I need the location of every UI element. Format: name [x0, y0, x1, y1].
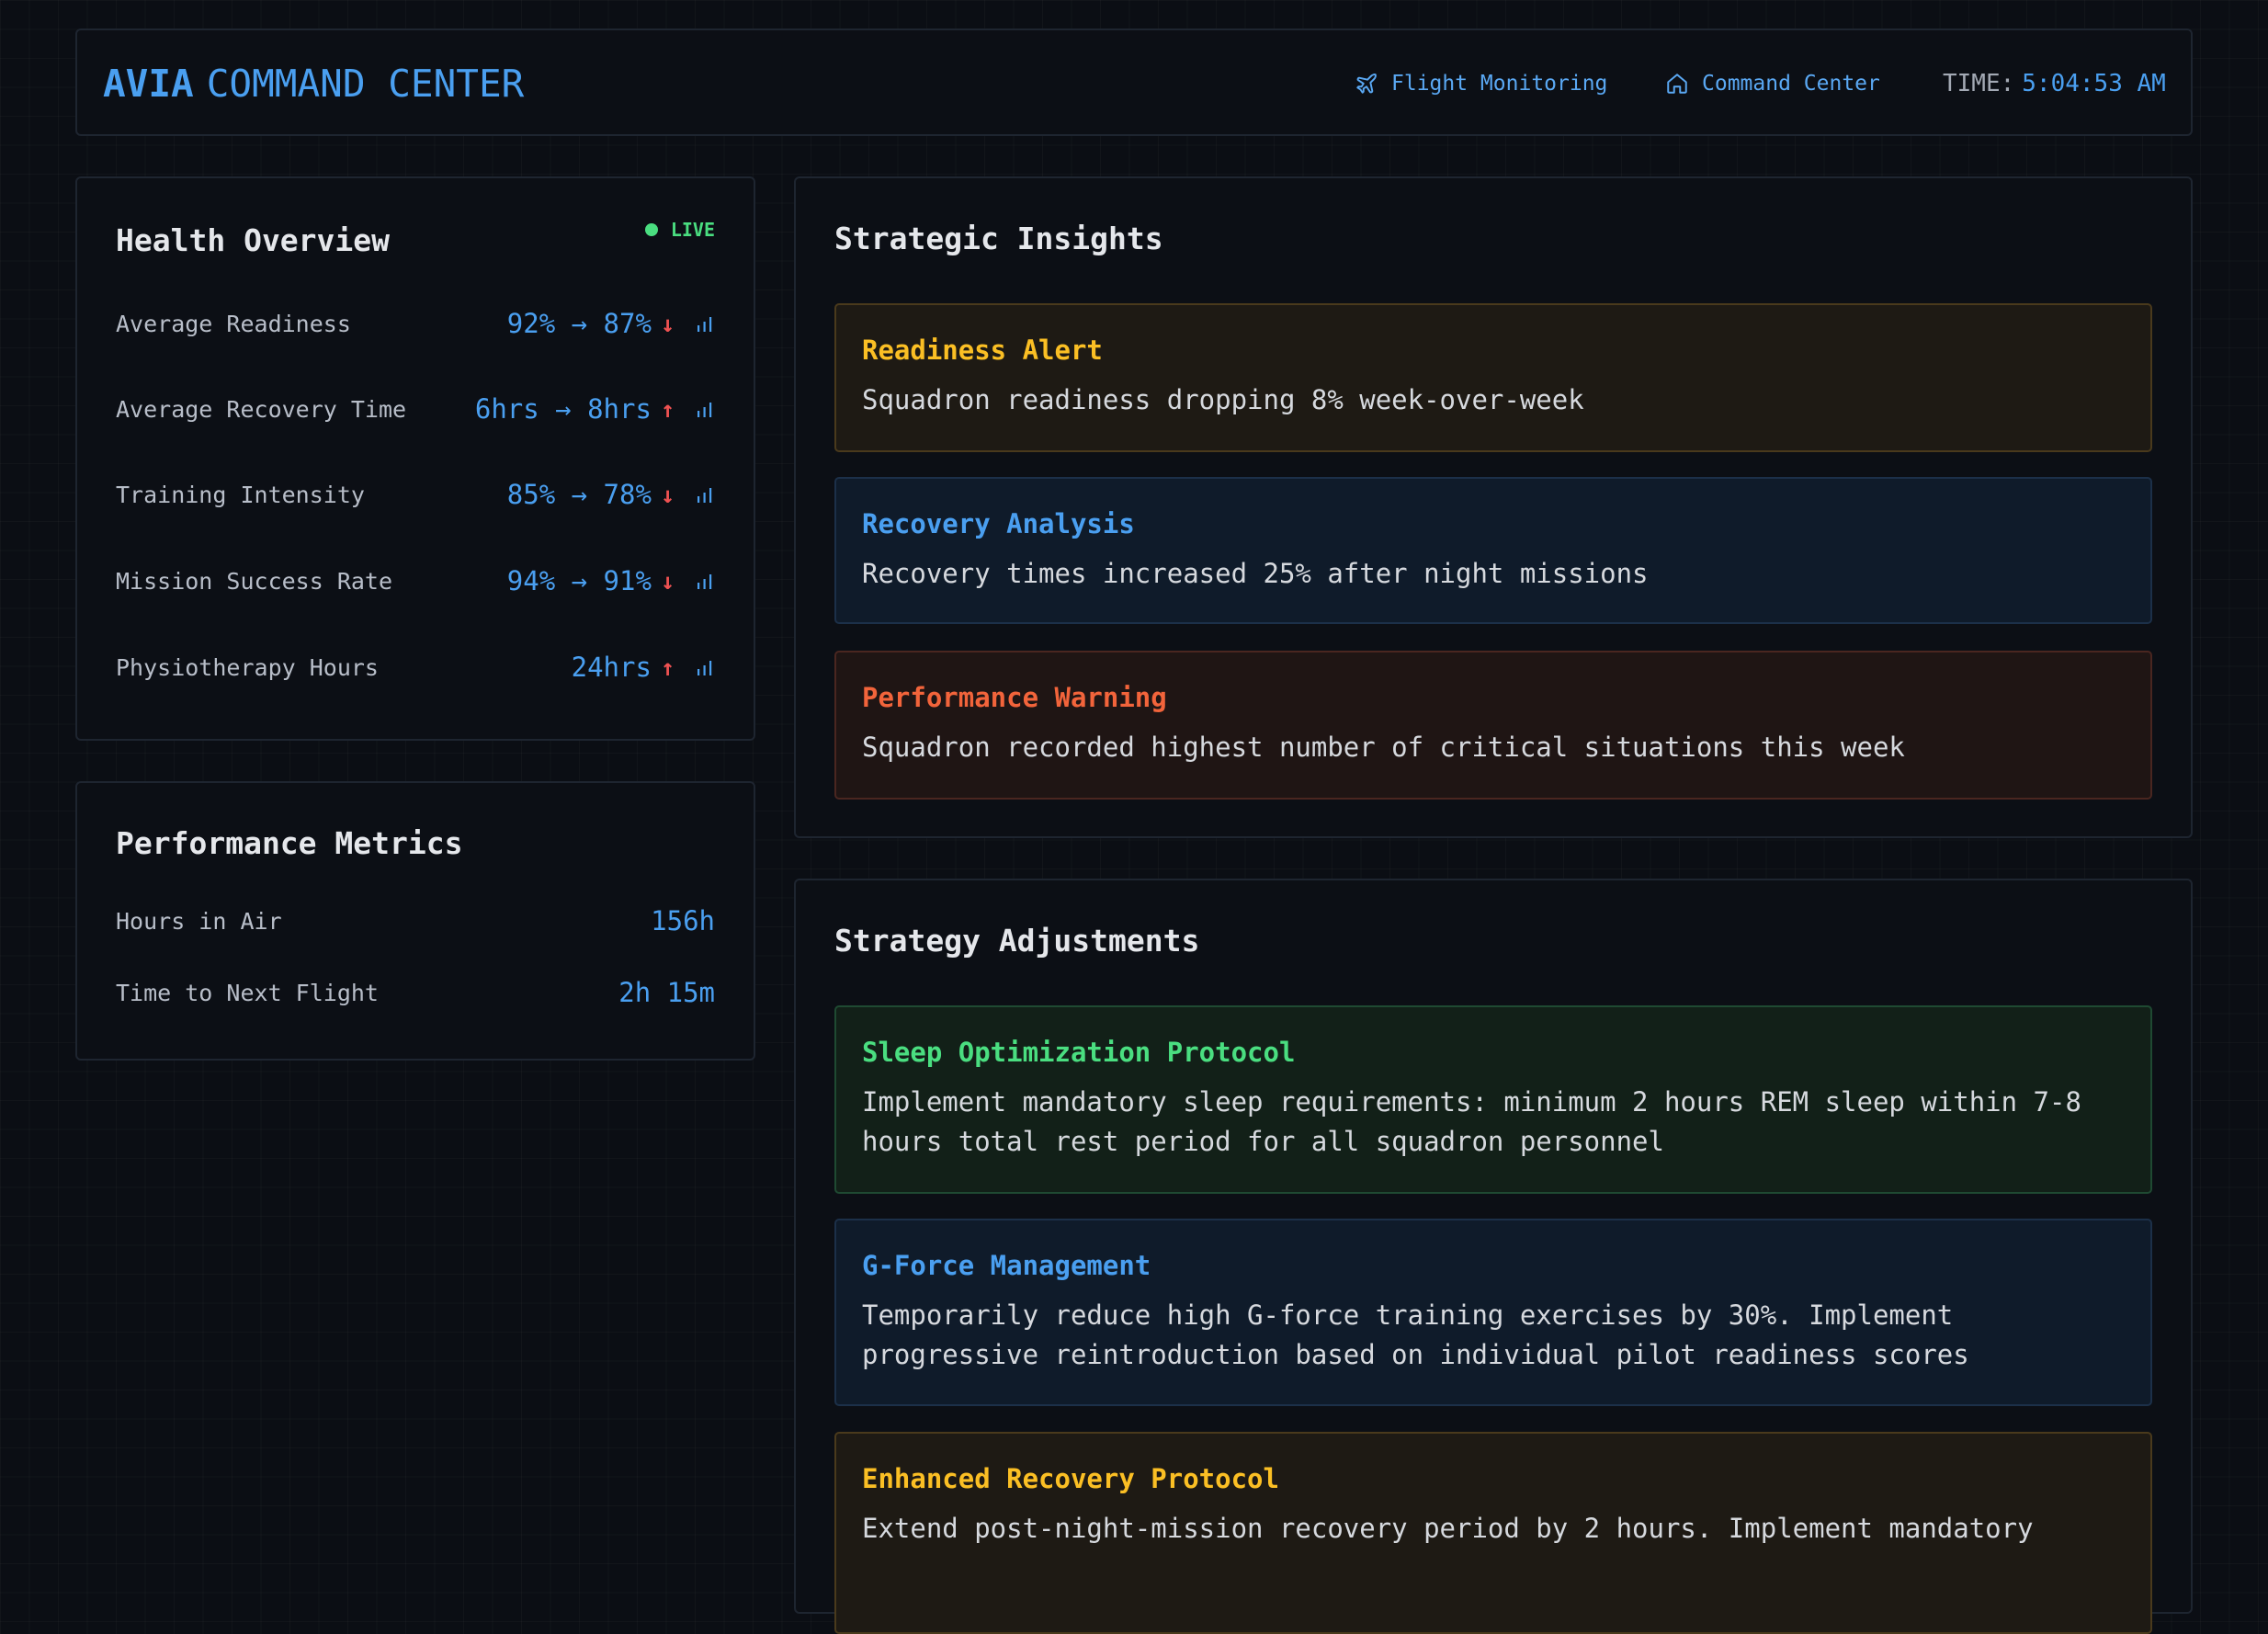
- metric-label: Average Recovery Time: [116, 395, 407, 423]
- panel-title: Performance Metrics: [116, 825, 463, 861]
- metric-label: Mission Success Rate: [116, 567, 393, 595]
- brand-name: AVIA: [103, 62, 194, 106]
- time-label: TIME:: [1943, 70, 2015, 97]
- strategy-card-sleep: Sleep Optimization Protocol Implement ma…: [834, 1005, 2152, 1194]
- card-title: Recovery Analysis: [862, 508, 1135, 539]
- live-dot: [644, 223, 658, 236]
- clock: TIME: 5:04:53 AM: [1943, 67, 2166, 100]
- nav-label: Flight Monitoring: [1391, 72, 1608, 96]
- metric-label: Physiotherapy Hours: [116, 653, 379, 681]
- panel-title: Strategic Insights: [834, 221, 1163, 256]
- bar-chart-icon[interactable]: [695, 571, 715, 591]
- trend-up-icon: ↑: [660, 395, 675, 423]
- card-title: Performance Warning: [862, 682, 1167, 713]
- metric-label: Training Intensity: [116, 481, 365, 508]
- card-text: Recovery times increased 25% after night…: [862, 558, 1649, 589]
- home-icon: [1667, 74, 1687, 94]
- card-text: Squadron recorded highest number of crit…: [862, 732, 1905, 763]
- metric-value: 24hrs: [571, 652, 652, 683]
- panel-title: Health Overview: [116, 222, 391, 258]
- metric-label: Hours in Air: [116, 907, 282, 935]
- metric-value: 2h 15m: [618, 977, 715, 1008]
- nav-flight-monitoring[interactable]: Flight Monitoring: [1355, 67, 1607, 100]
- performance-metrics-panel: Performance Metrics Hours in Air 156h Ti…: [75, 781, 755, 1061]
- card-title: Readiness Alert: [862, 335, 1103, 366]
- bar-chart-icon[interactable]: [695, 399, 715, 419]
- metric-row: Time to Next Flight 2h 15m: [116, 972, 715, 1013]
- health-row: Physiotherapy Hours 24hrs ↑: [116, 647, 715, 687]
- metric-label: Average Readiness: [116, 310, 351, 337]
- strategic-insights-panel: Strategic Insights Readiness Alert Squad…: [794, 176, 2193, 838]
- panel-title: Strategy Adjustments: [834, 923, 1200, 959]
- insight-card-performance: Performance Warning Squadron recorded hi…: [834, 651, 2152, 800]
- plane-icon: [1356, 74, 1377, 94]
- strategy-card-gforce: G-Force Management Temporarily reduce hi…: [834, 1219, 2152, 1406]
- trend-down-icon: ↓: [660, 481, 675, 508]
- health-row: Average Readiness 92% → 87% ↓: [116, 303, 715, 344]
- card-text: Squadron readiness dropping 8% week-over…: [862, 384, 1584, 415]
- nav-command-center[interactable]: Command Center: [1665, 67, 1880, 100]
- strategy-card-recovery: Enhanced Recovery Protocol Extend post-n…: [834, 1432, 2152, 1634]
- bar-chart-icon[interactable]: [695, 657, 715, 677]
- metric-value: 94% → 91%: [506, 565, 652, 596]
- card-title: Sleep Optimization Protocol: [862, 1037, 1296, 1068]
- trend-up-icon: ↑: [660, 653, 675, 681]
- bar-chart-icon[interactable]: [695, 313, 715, 334]
- live-label: LIVE: [670, 219, 715, 241]
- trend-down-icon: ↓: [660, 310, 675, 337]
- trend-down-icon: ↓: [660, 567, 675, 595]
- time-value: 5:04:53 AM: [2022, 70, 2166, 97]
- live-indicator: LIVE: [644, 219, 715, 241]
- health-row: Training Intensity 85% → 78% ↓: [116, 474, 715, 515]
- bar-chart-icon[interactable]: [695, 484, 715, 505]
- app-logo[interactable]: AVIA COMMAND CENTER: [103, 60, 524, 108]
- health-overview-panel: Health Overview LIVE Average Readiness 9…: [75, 176, 755, 741]
- insight-card-readiness: Readiness Alert Squadron readiness dropp…: [834, 303, 2152, 452]
- card-title: G-Force Management: [862, 1250, 1151, 1281]
- health-row: Average Recovery Time 6hrs → 8hrs ↑: [116, 389, 715, 429]
- metric-value: 85% → 78%: [506, 479, 652, 510]
- card-text: Extend post-night-mission recovery perio…: [862, 1513, 2034, 1544]
- health-row: Mission Success Rate 94% → 91% ↓: [116, 561, 715, 601]
- card-text: Implement mandatory sleep requirements: …: [862, 1086, 2081, 1157]
- metric-value: 156h: [651, 905, 715, 936]
- metric-row: Hours in Air 156h: [116, 901, 715, 941]
- card-text: Temporarily reduce high G-force training…: [862, 1299, 1969, 1370]
- card-title: Enhanced Recovery Protocol: [862, 1463, 1279, 1494]
- metric-value: 92% → 87%: [506, 308, 652, 339]
- insight-card-recovery: Recovery Analysis Recovery times increas…: [834, 477, 2152, 624]
- metric-value: 6hrs → 8hrs: [474, 393, 652, 425]
- strategy-adjustments-panel: Strategy Adjustments Sleep Optimization …: [794, 879, 2193, 1634]
- metric-label: Time to Next Flight: [116, 979, 379, 1006]
- brand-subtitle: COMMAND CENTER: [206, 62, 525, 106]
- top-header: AVIA COMMAND CENTER Flight Monitoring Com…: [75, 28, 2193, 136]
- nav-label: Command Center: [1702, 72, 1880, 96]
